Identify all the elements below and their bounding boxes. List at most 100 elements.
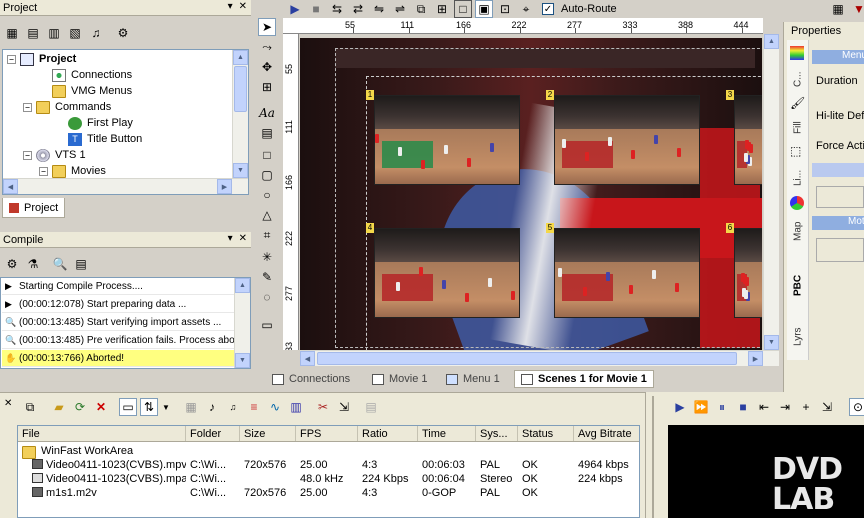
project-tree-vscroll[interactable]: ▲ ▼ bbox=[232, 50, 248, 178]
tree-item-commands[interactable]: − Commands bbox=[23, 99, 111, 115]
preview-chapter-icon[interactable]: ⇲ bbox=[818, 398, 836, 416]
log-entry[interactable]: ▶ (00:00:12:078) Start preparing data ... bbox=[2, 296, 235, 313]
canvas-hscroll[interactable]: ◀ ▶ bbox=[300, 350, 779, 366]
assets-close-icon[interactable]: ✕ bbox=[4, 398, 12, 409]
column-header[interactable]: Time bbox=[418, 426, 476, 441]
link-tool-icon[interactable]: ⤳ bbox=[258, 38, 276, 56]
scroll-thumb[interactable] bbox=[317, 352, 737, 365]
project-tab[interactable]: Project bbox=[2, 198, 66, 218]
assets-group-row[interactable]: WinFast WorkArea bbox=[22, 445, 133, 459]
compile-log-vscroll[interactable]: ▲ ▼ bbox=[234, 278, 250, 368]
export-icon[interactable]: ⇲ bbox=[335, 398, 353, 416]
crop-tool-icon[interactable]: ⌗ bbox=[258, 226, 276, 244]
log-entry[interactable]: 🔍 (00:00:13:485) Start verifying import a… bbox=[2, 314, 235, 331]
scroll-down-icon[interactable]: ▼ bbox=[235, 353, 250, 368]
log-entry[interactable]: ✋ (00:00:13:766) Aborted! bbox=[2, 350, 235, 367]
scene-thumbnail[interactable] bbox=[374, 228, 520, 318]
expander-icon[interactable]: − bbox=[23, 102, 32, 112]
arrange-icon[interactable]: ⇌ bbox=[391, 0, 409, 18]
vts-icon[interactable]: ⚙ bbox=[114, 24, 132, 42]
layer-icon[interactable]: ⧉ bbox=[412, 0, 430, 18]
play-icon[interactable]: ▶ bbox=[286, 0, 304, 18]
new-movie-icon[interactable]: ▥ bbox=[45, 24, 63, 42]
side-tab-lyrs[interactable]: Lyrs bbox=[787, 322, 809, 352]
expander-icon[interactable]: − bbox=[7, 54, 16, 64]
chart-icon[interactable]: ▥ bbox=[287, 398, 305, 416]
textbox-tool-icon[interactable]: ▤ bbox=[258, 124, 276, 142]
delete-icon[interactable]: ✕ bbox=[92, 398, 110, 416]
project-tree-hscroll[interactable]: ◀ ▶ bbox=[3, 178, 248, 194]
compile-icon[interactable]: ⚙ bbox=[3, 255, 21, 273]
color-bars-icon[interactable]: ≡ bbox=[245, 398, 263, 416]
scroll-down-icon[interactable]: ▼ bbox=[233, 163, 248, 178]
tree-item-project[interactable]: − Project bbox=[7, 51, 76, 67]
properties-icon[interactable]: ▦ bbox=[829, 0, 847, 18]
select-arrow-icon[interactable]: ➤ bbox=[258, 18, 276, 36]
preview-pause-icon[interactable]: ⏸ bbox=[713, 398, 731, 416]
open-folder-icon[interactable]: ▰ bbox=[50, 398, 68, 416]
grid-tool-icon[interactable]: ⊞ bbox=[258, 78, 276, 96]
thumbnail-tool-icon[interactable]: ▭ bbox=[258, 316, 276, 334]
asset-row[interactable]: m1s1.m2v C:\Wi... 720x576 25.00 4:3 0-GOP PAL O… bbox=[18, 487, 639, 501]
new-menu-icon[interactable]: ▦ bbox=[3, 24, 21, 42]
editor-tab-connections[interactable]: Connections bbox=[266, 370, 356, 388]
ac3-icon[interactable]: ♫ bbox=[224, 398, 242, 416]
scroll-up-icon[interactable]: ▲ bbox=[233, 50, 248, 65]
column-header[interactable]: Sys... bbox=[476, 426, 518, 441]
eyedropper-icon[interactable]: ✎ bbox=[258, 268, 276, 286]
palette-icon[interactable] bbox=[790, 46, 804, 60]
audio-convert-icon[interactable]: ♪ bbox=[203, 398, 221, 416]
editor-tab-scenes-1-for-movie-1[interactable]: Scenes 1 for Movie 1 bbox=[514, 370, 654, 388]
stop-icon[interactable]: ■ bbox=[307, 0, 325, 18]
side-tab-pbc[interactable]: PBC bbox=[787, 270, 809, 300]
menu-canvas[interactable]: 1 2 3 4 5 6 bbox=[300, 38, 762, 350]
editor-tab-movie-1[interactable]: Movie 1 bbox=[366, 370, 434, 388]
scene-thumbnail[interactable] bbox=[734, 95, 762, 185]
map-color-icon[interactable] bbox=[790, 196, 804, 210]
preview-play-icon[interactable]: ▶ bbox=[671, 398, 689, 416]
move-tool-icon[interactable]: ✥ bbox=[258, 58, 276, 76]
triangle-tool-icon[interactable]: △ bbox=[258, 206, 276, 224]
preview-mark-out-icon[interactable]: ⇥ bbox=[776, 398, 794, 416]
route-icon[interactable]: ⇆ bbox=[328, 0, 346, 18]
preview-fast-forward-icon[interactable]: ⏩ bbox=[692, 398, 710, 416]
snap-icon[interactable]: ⊡ bbox=[496, 0, 514, 18]
verify-icon[interactable]: 🔍 bbox=[51, 255, 69, 273]
refresh-icon[interactable]: ⟳ bbox=[71, 398, 89, 416]
tree-item-first-play[interactable]: First Play bbox=[55, 115, 133, 131]
new-vmg-menu-icon[interactable]: ▤ bbox=[24, 24, 42, 42]
star-tool-icon[interactable]: ✳ bbox=[258, 248, 276, 266]
group-icon[interactable]: ⊞ bbox=[433, 0, 451, 18]
link-icon[interactable]: ⇄ bbox=[349, 0, 367, 18]
prop-field-1[interactable] bbox=[816, 186, 864, 208]
fill-bucket-icon[interactable]: 🖌 bbox=[790, 96, 805, 110]
new-slideshow-icon[interactable]: ▧ bbox=[66, 24, 84, 42]
waveform-icon[interactable]: ∿ bbox=[266, 398, 284, 416]
pin-icon[interactable]: ▾ bbox=[228, 233, 233, 244]
grid-view-icon[interactable]: ▦ bbox=[182, 398, 200, 416]
preview-option-icon[interactable]: ⊙ bbox=[849, 398, 864, 416]
column-header[interactable]: Folder bbox=[186, 426, 240, 441]
close-icon[interactable]: ✕ bbox=[239, 233, 247, 244]
column-header[interactable]: FPS bbox=[296, 426, 358, 441]
lasso-tool-icon[interactable]: ◌ bbox=[258, 288, 276, 306]
expander-icon[interactable]: − bbox=[23, 150, 32, 160]
rect-tool-icon[interactable]: □ bbox=[258, 146, 276, 164]
scene-thumbnail[interactable] bbox=[374, 95, 520, 185]
asset-row[interactable]: Video0411-1023(CVBS).mpv C:\Wi... 720x576 2… bbox=[18, 459, 639, 473]
close-icon[interactable]: ✕ bbox=[239, 1, 247, 12]
scroll-left-icon[interactable]: ◀ bbox=[300, 351, 315, 366]
tree-item-connections[interactable]: Connections bbox=[39, 67, 132, 83]
scroll-right-icon[interactable]: ▶ bbox=[217, 179, 232, 194]
pin-icon[interactable]: ▾ bbox=[228, 1, 233, 12]
color-icon[interactable]: ▼ bbox=[850, 0, 864, 18]
scroll-left-icon[interactable]: ◀ bbox=[3, 179, 18, 194]
side-tab-fill[interactable]: Fill bbox=[787, 114, 809, 142]
tree-item-movies[interactable]: − Movies bbox=[39, 163, 106, 179]
tree-item-vts-1[interactable]: − VTS 1 bbox=[23, 147, 86, 163]
column-header[interactable]: Ratio bbox=[358, 426, 418, 441]
view-dropdown-icon[interactable]: ▼ bbox=[161, 398, 171, 416]
new-audio-icon[interactable]: ♫ bbox=[87, 24, 105, 42]
column-header[interactable]: Size bbox=[240, 426, 296, 441]
tree-item-title-button[interactable]: T Title Button bbox=[55, 131, 142, 147]
